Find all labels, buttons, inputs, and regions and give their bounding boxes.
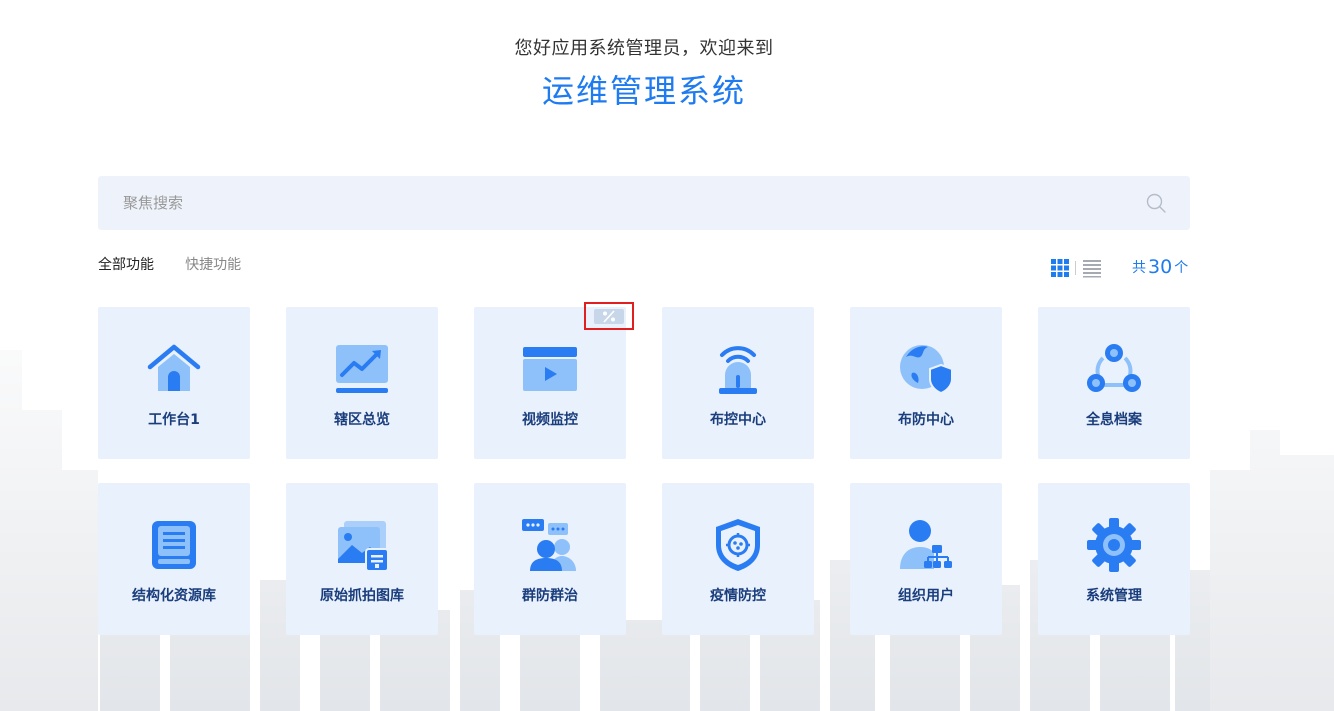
card-label: 系统管理	[1086, 588, 1142, 604]
people-chat-icon	[522, 519, 576, 571]
welcome-greeting: 您好应用系统管理员，欢迎来到	[514, 38, 774, 59]
app-card-raw-snapshot-gallery[interactable]: 原始抓拍图库	[286, 483, 438, 635]
app-card-group-defense[interactable]: 群防群治	[474, 483, 626, 635]
card-label: 全息档案	[1086, 412, 1142, 428]
app-card-epidemic-prevention[interactable]: 疫情防控	[662, 483, 814, 635]
card-label: 群防群治	[522, 588, 578, 604]
card-label: 布防中心	[898, 412, 954, 428]
highlight-box	[584, 302, 634, 330]
card-label: 布控中心	[710, 412, 766, 428]
card-label: 辖区总览	[334, 412, 390, 428]
card-label: 原始抓拍图库	[320, 588, 404, 604]
quick-add-button[interactable]	[594, 309, 624, 324]
app-card-district-overview[interactable]: 辖区总览	[286, 307, 438, 459]
inbox-tray-icon	[152, 521, 196, 569]
percent-icon	[603, 310, 615, 323]
search-bar	[98, 176, 1190, 230]
grid-view-icon[interactable]	[1050, 258, 1070, 278]
count-suffix: 个	[1174, 260, 1189, 276]
toggle-divider	[1075, 261, 1076, 275]
home-icon	[147, 344, 201, 391]
list-view-icon[interactable]	[1082, 258, 1102, 278]
app-card-holographic-archive[interactable]: 全息档案	[1038, 307, 1190, 459]
card-label: 视频监控	[522, 412, 578, 428]
gear-icon	[1087, 518, 1141, 572]
card-label: 组织用户	[898, 588, 954, 604]
trend-chart-icon	[336, 345, 388, 393]
video-player-icon	[523, 347, 577, 391]
count-value: 30	[1148, 256, 1173, 278]
globe-shield-icon	[900, 345, 953, 395]
image-gallery-icon	[338, 521, 389, 572]
app-card-system-management[interactable]: 系统管理	[1038, 483, 1190, 635]
count-prefix: 共	[1132, 260, 1146, 276]
app-card-control-center[interactable]: 布控中心	[662, 307, 814, 459]
app-launcher-page: 您好应用系统管理员，欢迎来到 运维管理系统 全部功能 快捷功能	[0, 0, 1334, 711]
app-card-org-users[interactable]: 组织用户	[850, 483, 1002, 635]
card-label: 工作台1	[148, 412, 200, 428]
virus-shield-icon	[716, 519, 760, 571]
tab-quick-functions[interactable]: 快捷功能	[185, 254, 241, 274]
app-card-workbench[interactable]: 工作台1	[98, 307, 250, 459]
user-org-icon	[900, 520, 952, 569]
system-title: 运维管理系统	[541, 72, 746, 110]
search-input[interactable]	[98, 176, 1128, 230]
card-label: 疫情防控	[710, 588, 766, 604]
alarm-beacon-icon	[719, 346, 757, 394]
app-card-structured-library[interactable]: 结构化资源库	[98, 483, 250, 635]
card-label: 结构化资源库	[132, 588, 216, 604]
tab-all-functions[interactable]: 全部功能	[98, 254, 154, 274]
item-count: 共 30 个	[1132, 256, 1188, 278]
search-icon[interactable]	[1146, 193, 1166, 213]
network-nodes-icon	[1087, 344, 1141, 392]
function-tabs: 全部功能 快捷功能	[98, 254, 267, 274]
app-card-defense-center[interactable]: 布防中心	[850, 307, 1002, 459]
